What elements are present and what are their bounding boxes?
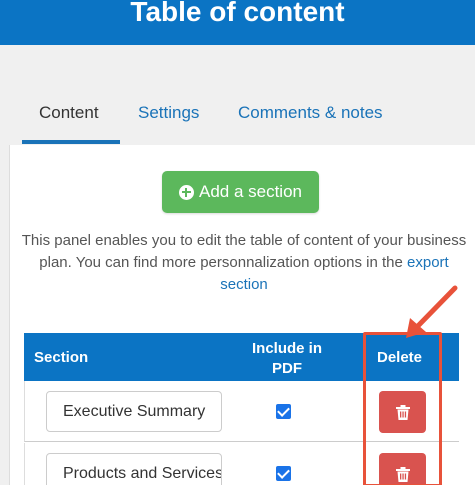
column-header-include-pdf: Include in PDF xyxy=(251,340,322,377)
tab-settings[interactable]: Settings xyxy=(138,103,199,123)
description-text: This panel enables you to edit the table… xyxy=(21,232,467,271)
plus-circle-icon xyxy=(178,184,194,200)
annotation-arrow-icon xyxy=(406,285,458,338)
page-header: Table of content xyxy=(0,0,475,45)
add-section-button[interactable]: Add a section xyxy=(162,171,319,213)
column-header-section: Section xyxy=(34,349,89,366)
delete-column-highlight xyxy=(363,332,442,485)
page-title: Table of content xyxy=(130,0,345,27)
active-tab-indicator xyxy=(22,140,120,144)
include-pdf-checkbox[interactable] xyxy=(276,466,291,481)
include-pdf-checkbox[interactable] xyxy=(276,404,291,419)
tab-comments-notes[interactable]: Comments & notes xyxy=(238,103,383,123)
section-name-input[interactable]: Products and Services xyxy=(46,453,222,485)
add-section-label: Add a section xyxy=(198,182,302,201)
section-name-input[interactable]: Executive Summary xyxy=(46,391,222,432)
tab-content[interactable]: Content xyxy=(39,103,99,123)
tab-bar: Content Settings Comments & notes xyxy=(0,95,475,145)
